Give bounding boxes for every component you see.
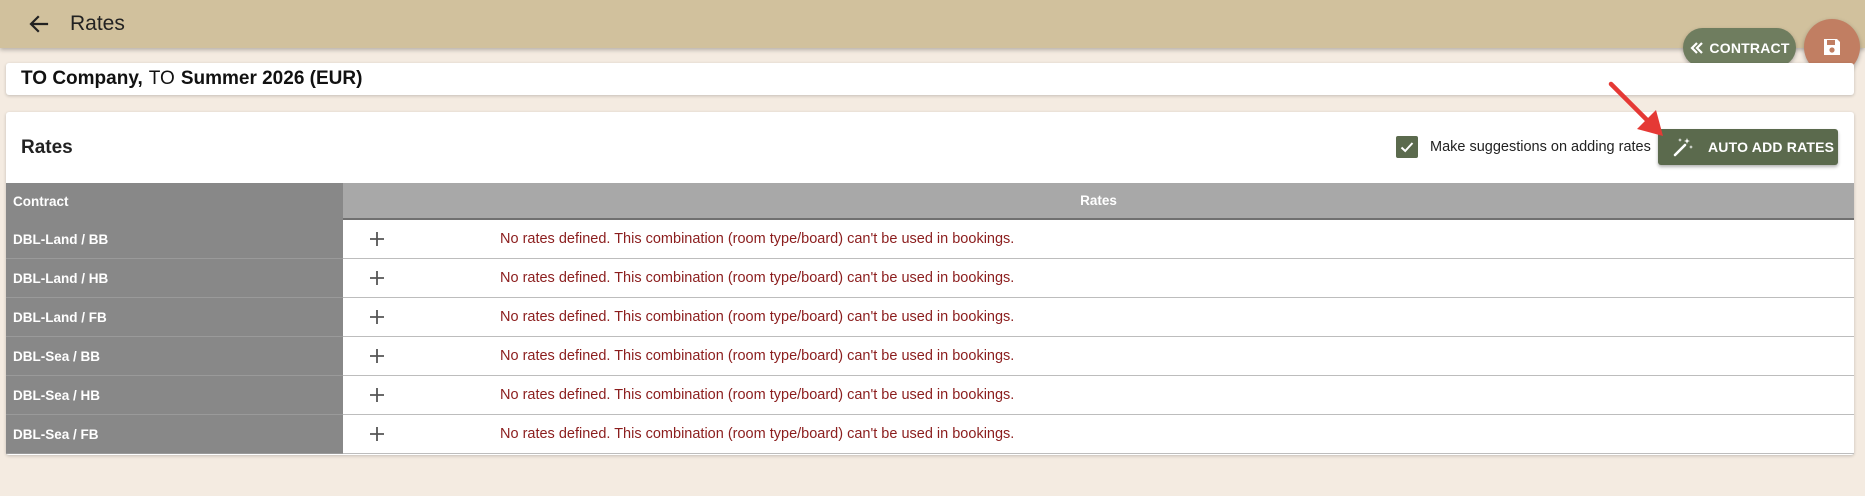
add-rate-button[interactable] <box>367 229 387 249</box>
row-contract-label: DBL-Sea / FB <box>6 415 343 454</box>
add-rate-button[interactable] <box>367 268 387 288</box>
plus-icon <box>370 271 384 285</box>
suggest-checkbox[interactable] <box>1396 136 1418 158</box>
plus-icon <box>370 232 384 246</box>
grid-header: Contract Rates <box>6 183 1854 220</box>
contract-button[interactable]: CONTRACT <box>1683 28 1796 67</box>
magic-wand-icon <box>1673 138 1693 157</box>
plus-icon <box>370 388 384 402</box>
table-row: DBL-Sea / FB No rates defined. This comb… <box>6 415 1854 454</box>
panel-title: Rates <box>21 137 73 158</box>
column-header-rates: Rates <box>343 183 1854 220</box>
no-rates-message: No rates defined. This combination (room… <box>500 387 1015 403</box>
auto-add-rates-label: AUTO ADD RATES <box>1708 139 1835 155</box>
page-title: Rates <box>70 12 125 35</box>
row-rates-cell: No rates defined. This combination (room… <box>343 220 1854 259</box>
table-row: DBL-Land / FB No rates defined. This com… <box>6 298 1854 337</box>
row-contract-label: DBL-Sea / HB <box>6 376 343 415</box>
top-app-bar: Rates <box>0 0 1865 48</box>
contract-company: TO Company, <box>21 68 143 89</box>
rates-grid: Contract Rates DBL-Land / BB No rates de… <box>6 183 1854 454</box>
row-contract-label: DBL-Land / HB <box>6 259 343 298</box>
row-rates-cell: No rates defined. This combination (room… <box>343 337 1854 376</box>
floppy-disk-icon <box>1824 39 1840 55</box>
row-contract-label: DBL-Land / BB <box>6 220 343 259</box>
add-rate-button[interactable] <box>367 424 387 444</box>
table-row: DBL-Land / HB No rates defined. This com… <box>6 259 1854 298</box>
table-row: DBL-Land / BB No rates defined. This com… <box>6 220 1854 259</box>
arrow-left-icon <box>29 15 49 33</box>
rates-panel: Rates Make suggestions on adding rates A… <box>6 112 1854 455</box>
no-rates-message: No rates defined. This combination (room… <box>500 270 1015 286</box>
table-row: DBL-Sea / HB No rates defined. This comb… <box>6 376 1854 415</box>
row-rates-cell: No rates defined. This combination (room… <box>343 415 1854 454</box>
row-rates-cell: No rates defined. This combination (room… <box>343 376 1854 415</box>
contract-operator: TO <box>148 68 175 89</box>
contract-button-label: CONTRACT <box>1709 39 1790 56</box>
no-rates-message: No rates defined. This combination (room… <box>500 231 1015 247</box>
add-rate-button[interactable] <box>367 385 387 405</box>
add-rate-button[interactable] <box>367 346 387 366</box>
back-button[interactable] <box>24 9 54 39</box>
table-row: DBL-Sea / BB No rates defined. This comb… <box>6 337 1854 376</box>
no-rates-message: No rates defined. This combination (room… <box>500 348 1015 364</box>
no-rates-message: No rates defined. This combination (room… <box>500 426 1015 442</box>
chevron-double-left-icon <box>1690 41 1704 54</box>
auto-add-rates-button[interactable]: AUTO ADD RATES <box>1658 129 1838 165</box>
check-icon <box>1400 142 1414 153</box>
row-contract-label: DBL-Land / FB <box>6 298 343 337</box>
plus-icon <box>370 310 384 324</box>
add-rate-button[interactable] <box>367 307 387 327</box>
column-header-contract: Contract <box>6 183 343 220</box>
row-rates-cell: No rates defined. This combination (room… <box>343 259 1854 298</box>
plus-icon <box>370 349 384 363</box>
plus-icon <box>370 427 384 441</box>
suggest-label: Make suggestions on adding rates <box>1430 139 1651 155</box>
annotation-arrow-icon <box>1608 81 1663 136</box>
contract-season: Summer 2026 (EUR) <box>180 68 363 89</box>
no-rates-message: No rates defined. This combination (room… <box>500 309 1015 325</box>
contract-summary: TO Company, TO Summer 2026 (EUR) <box>6 63 1854 95</box>
row-contract-label: DBL-Sea / BB <box>6 337 343 376</box>
row-rates-cell: No rates defined. This combination (room… <box>343 298 1854 337</box>
